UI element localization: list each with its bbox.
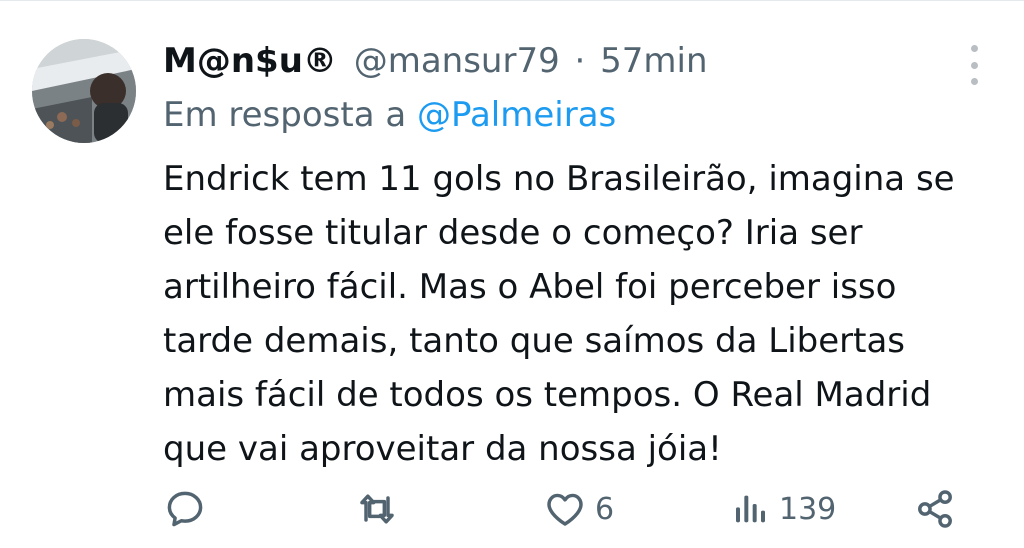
- tweet-header: M@n$u® @mansur79 · 57min: [163, 39, 708, 83]
- comment-icon: [167, 491, 203, 527]
- tweet-text-line: ele fosse titular desde o começo? Iria s…: [163, 213, 863, 253]
- views-chart-icon: [736, 495, 765, 523]
- share-icon: [918, 490, 952, 528]
- heart-icon: [547, 493, 583, 526]
- reply-context: Em resposta a @Palmeiras: [163, 93, 616, 137]
- tweet-text-line: Endrick tem 11 gols no Brasileirão, imag…: [163, 159, 955, 199]
- more-vertical-icon[interactable]: [968, 45, 980, 85]
- action-bar: 6 139: [163, 487, 963, 531]
- like-button[interactable]: 6: [543, 487, 614, 531]
- share-button[interactable]: [913, 487, 957, 531]
- tweet-text-line: tarde demais, tanto que saímos da Libert…: [163, 321, 906, 361]
- avatar-photo: [32, 39, 136, 143]
- tweet-text-line: que vai aproveitar da nossa jóia!: [163, 429, 722, 469]
- tweet-text-line: mais fácil de todos os tempos. O Real Ma…: [163, 375, 932, 415]
- tweet-card[interactable]: M@n$u® @mansur79 · 57min Em resposta a @…: [0, 0, 1024, 548]
- views-button[interactable]: 139: [731, 487, 836, 531]
- retweet-button[interactable]: [355, 487, 407, 531]
- separator-dot: ·: [574, 41, 586, 81]
- like-count: 6: [595, 491, 615, 527]
- handle[interactable]: @mansur79: [354, 41, 560, 81]
- reply-prefix: Em resposta a: [163, 95, 407, 135]
- reply-mention-link[interactable]: @Palmeiras: [417, 95, 616, 135]
- tweet-text: Endrick tem 11 gols no Brasileirão, imag…: [163, 152, 983, 476]
- timestamp[interactable]: 57min: [600, 41, 707, 81]
- avatar[interactable]: [32, 39, 136, 143]
- tweet-text-line: artilheiro fácil. Mas o Abel foi percebe…: [163, 267, 897, 307]
- retweet-icon: [360, 494, 394, 524]
- display-name[interactable]: M@n$u®: [163, 41, 337, 81]
- views-count: 139: [779, 491, 837, 527]
- reply-button[interactable]: [163, 487, 215, 531]
